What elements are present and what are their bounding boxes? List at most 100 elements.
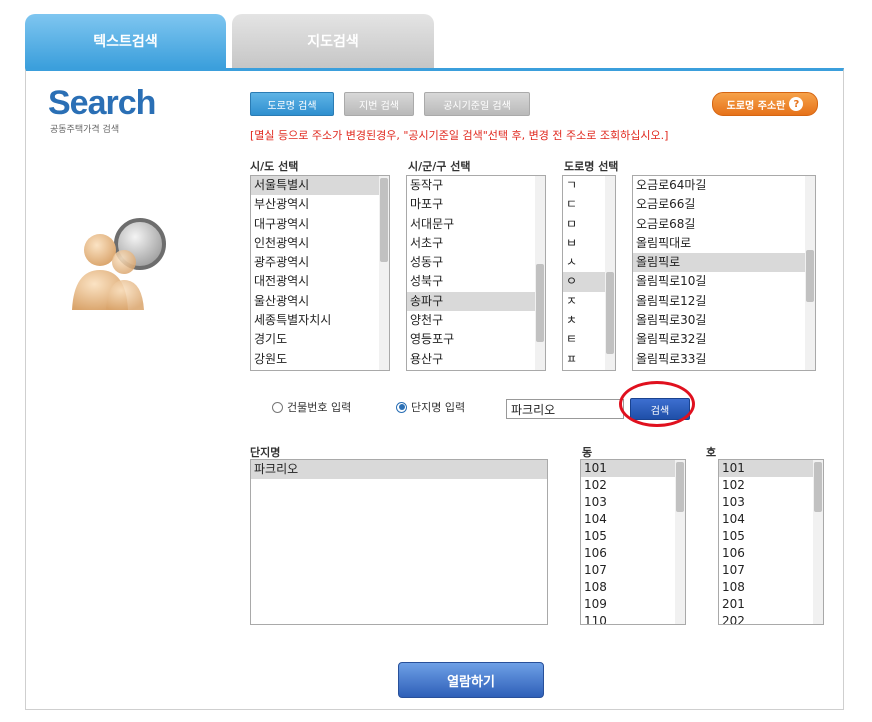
list-item[interactable]: 102 [581, 477, 675, 494]
complex-listbox[interactable]: 파크리오 [250, 459, 548, 625]
list-item[interactable]: 서울특별시 [251, 176, 379, 196]
list-item[interactable]: 109 [581, 596, 675, 613]
list-item[interactable]: 오금로64마길 [633, 176, 805, 195]
list-item[interactable]: 영등포구 [407, 330, 535, 349]
list-item[interactable]: 울산광역시 [251, 292, 379, 311]
scrollbar[interactable] [379, 176, 389, 370]
list-item[interactable]: 용산구 [407, 350, 535, 369]
list-item[interactable]: 동작구 [407, 176, 535, 195]
list-item[interactable]: 부산광역시 [251, 195, 379, 214]
list-item[interactable]: 107 [719, 562, 813, 579]
list-item[interactable]: 오금로68길 [633, 215, 805, 234]
search-logo-subtitle: 공동주택가격 검색 [50, 125, 120, 135]
view-button[interactable]: 열람하기 [398, 662, 544, 698]
search-logo-title: Search [48, 84, 156, 122]
list-item[interactable]: 올림픽로10길 [633, 272, 805, 291]
list-item[interactable]: 올림픽로12길 [633, 292, 805, 311]
list-item[interactable]: ㅂ [563, 234, 605, 253]
building-number-label: 건물번호 입력 [287, 401, 352, 414]
complex-name-label: 단지명 입력 [411, 401, 466, 414]
list-item[interactable]: 103 [581, 494, 675, 511]
sigungu-listbox[interactable]: 동작구 마포구 서대문구 서초구 성동구 성북구 송파구 양천구 영등포구 용산구 [406, 175, 546, 371]
scrollbar[interactable] [813, 460, 823, 624]
ho-label: 호 [706, 446, 717, 459]
list-item[interactable]: 101 [581, 460, 675, 477]
list-item[interactable]: 105 [581, 528, 675, 545]
list-item[interactable]: 마포구 [407, 195, 535, 214]
list-item[interactable]: 108 [719, 579, 813, 596]
dong-listbox[interactable]: 101 102 103 104 105 106 107 108 109 110 [580, 459, 686, 625]
list-item[interactable]: 송파구 [407, 291, 535, 312]
road-initial-listbox[interactable]: ㄱㄷㅁㅂㅅㅇㅈㅊㅌㅍ [562, 175, 616, 371]
list-item[interactable]: 107 [581, 562, 675, 579]
list-item[interactable]: ㅇ [563, 272, 605, 292]
list-item[interactable]: 강원도 [251, 350, 379, 369]
list-item[interactable]: 올림픽로 [633, 253, 805, 273]
ho-listbox[interactable]: 101 102 103 104 105 106 107 108 201 202 [718, 459, 824, 625]
list-item[interactable]: 서대문구 [407, 215, 535, 234]
list-item[interactable]: 올림픽로30길 [633, 311, 805, 330]
help-icon: ? [789, 97, 804, 111]
road-address-guide-button[interactable]: 도로명 주소란 ? [712, 92, 818, 116]
list-item[interactable]: 202 [719, 613, 813, 624]
tab-text-search[interactable]: 텍스트검색 [25, 14, 226, 68]
list-item[interactable]: ㅈ [563, 292, 605, 311]
scrollbar[interactable] [605, 176, 615, 370]
list-item[interactable]: 대전광역시 [251, 272, 379, 291]
list-item[interactable]: 110 [581, 613, 675, 624]
scrollbar-thumb[interactable] [606, 272, 614, 354]
tab-map-search[interactable]: 지도검색 [232, 14, 434, 68]
list-item[interactable]: 201 [719, 596, 813, 613]
scrollbar-thumb[interactable] [676, 462, 684, 512]
list-item[interactable]: 104 [719, 511, 813, 528]
list-item[interactable]: 102 [719, 477, 813, 494]
scrollbar-thumb[interactable] [806, 250, 814, 302]
list-item[interactable]: ㅊ [563, 311, 605, 330]
road-label: 도로명 선택 [564, 160, 619, 173]
list-item[interactable]: 광주광역시 [251, 253, 379, 272]
list-item[interactable]: 경기도 [251, 330, 379, 349]
list-item[interactable]: 양천구 [407, 311, 535, 330]
road-address-guide-label: 도로명 주소란 [726, 100, 786, 112]
user-search-icon [72, 218, 166, 310]
list-item[interactable]: 올림픽로32길 [633, 330, 805, 349]
list-item[interactable]: 104 [581, 511, 675, 528]
list-item[interactable]: 108 [581, 579, 675, 596]
list-item[interactable]: 서초구 [407, 234, 535, 253]
list-item[interactable]: 파크리오 [251, 460, 547, 480]
scrollbar-thumb[interactable] [380, 178, 388, 262]
list-item[interactable]: 인천광역시 [251, 234, 379, 253]
list-item[interactable]: ㅍ [563, 350, 605, 369]
list-item[interactable]: 세종특별자치시 [251, 311, 379, 330]
road-name-listbox[interactable]: 오금로64마길 오금로66길 오금로68길 올림픽대로 올림픽로 올림픽로10길 올림픽로1… [632, 175, 816, 371]
list-item[interactable]: 103 [719, 494, 813, 511]
scrollbar[interactable] [535, 176, 545, 370]
sido-listbox[interactable]: 서울특별시 부산광역시 대구광역시 인천광역시 광주광역시 대전광역시 울산광역시 세종특별자… [250, 175, 390, 371]
list-item[interactable]: ㅁ [563, 215, 605, 234]
building-number-radio[interactable]: 건물번호 입력 [272, 399, 351, 415]
list-item[interactable]: 106 [719, 545, 813, 562]
list-item[interactable]: 오금로66길 [633, 195, 805, 214]
list-item[interactable]: 성북구 [407, 272, 535, 291]
complex-name-radio[interactable]: 단지명 입력 [396, 399, 465, 415]
list-item[interactable]: ㅌ [563, 330, 605, 349]
list-item[interactable]: ㅅ [563, 253, 605, 272]
list-item[interactable]: 성동구 [407, 253, 535, 272]
list-item[interactable]: 올림픽대로 [633, 234, 805, 253]
list-item[interactable]: 106 [581, 545, 675, 562]
list-item[interactable]: 105 [719, 528, 813, 545]
dong-label: 동 [582, 446, 593, 459]
announce-date-search-button[interactable]: 공시기준일 검색 [424, 92, 530, 116]
scrollbar[interactable] [675, 460, 685, 624]
scrollbar-thumb[interactable] [536, 264, 544, 342]
road-name-search-button[interactable]: 도로명 검색 [250, 92, 334, 116]
list-item[interactable]: 올림픽로33길 [633, 350, 805, 369]
scrollbar[interactable] [805, 176, 815, 370]
list-item[interactable]: 대구광역시 [251, 215, 379, 234]
lot-number-search-button[interactable]: 지번 검색 [344, 92, 414, 116]
list-item[interactable]: ㄱ [563, 176, 605, 195]
list-item[interactable]: 101 [719, 460, 813, 477]
scrollbar-thumb[interactable] [814, 462, 822, 512]
complex-name-input[interactable] [506, 399, 624, 419]
list-item[interactable]: ㄷ [563, 195, 605, 214]
